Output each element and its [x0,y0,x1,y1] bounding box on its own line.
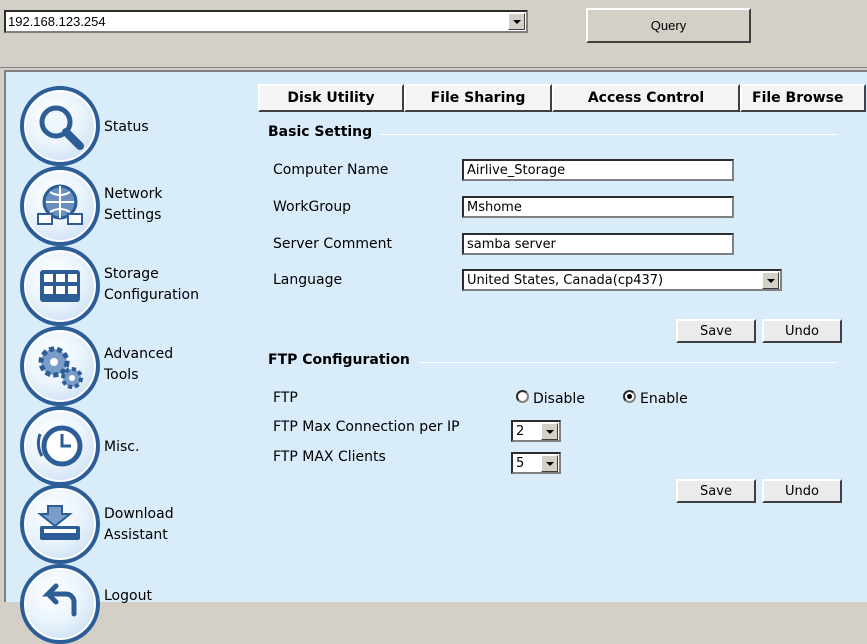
logout-arrow-icon [20,564,100,644]
sidebar-item-download-assistant[interactable]: Download Assistant [20,484,240,564]
gears-icon [20,326,100,406]
sidebar-item-logout[interactable]: Logout [20,564,240,644]
ftp-max-connection-label: FTP Max Connection per IP [273,419,460,435]
ftp-save-button[interactable]: Save [676,479,756,503]
basic-undo-button[interactable]: Undo [762,319,842,343]
chevron-down-icon[interactable] [541,455,558,472]
sidebar-item-label: Advanced [104,346,174,362]
sidebar-item-label: Download [104,506,174,522]
address-value: 192.168.123.254 [8,14,106,29]
language-select[interactable]: United States, Canada(cp437) [462,269,782,291]
sidebar-item-label: Tools [104,367,139,383]
ftp-undo-button[interactable]: Undo [762,479,842,503]
tab-file-browse[interactable]: File Browse [740,84,866,112]
top-bar: 192.168.123.254 Query [0,0,867,68]
ftp-max-clients-label: FTP MAX Clients [273,449,386,465]
sidebar-item-advanced-tools[interactable]: Advanced Tools [20,326,240,406]
language-label: Language [273,272,343,288]
sidebar-item-label: Assistant [104,527,168,543]
chevron-down-icon[interactable] [541,423,558,440]
divider [0,67,867,68]
section-title-ftp-configuration: FTP Configuration [268,352,418,368]
network-icon [20,166,100,246]
clock-icon [20,406,100,486]
chevron-down-icon[interactable] [762,272,779,289]
computer-name-label: Computer Name [273,162,389,178]
ftp-disable-label: Disable [533,391,585,407]
download-icon [20,484,100,564]
workgroup-label: WorkGroup [273,199,352,215]
query-button[interactable]: Query [586,8,751,43]
ftp-max-clients-value: 5 [516,456,525,471]
address-combobox[interactable]: 192.168.123.254 [4,10,528,33]
tab-file-sharing[interactable]: File Sharing [404,84,552,112]
sidebar-item-label: Storage [104,266,159,282]
computer-name-field[interactable]: Airlive_Storage [462,159,734,181]
sidebar-item-label: Logout [104,588,152,604]
chevron-down-icon[interactable] [508,13,525,30]
sidebar-item-storage-configuration[interactable]: Storage Configuration [20,246,240,326]
ftp-max-connection-value: 2 [516,424,525,439]
basic-save-button[interactable]: Save [676,319,756,343]
ftp-max-connection-select[interactable]: 2 [511,420,561,442]
workgroup-field[interactable]: Mshome [462,196,734,218]
server-comment-label: Server Comment [273,236,392,252]
tab-access-control[interactable]: Access Control [552,84,740,112]
ftp-disable-radio[interactable] [516,390,529,403]
main-frame: Status Network Settings Storage Configur… [4,70,867,644]
sidebar-item-status[interactable]: Status [20,86,240,166]
sidebar-item-network-settings[interactable]: Network Settings [20,166,240,246]
sidebar-item-label: Configuration [104,287,199,303]
section-title-basic-setting: Basic Setting [268,124,381,140]
sidebar-item-label: Network [104,186,163,202]
ftp-max-clients-select[interactable]: 5 [511,452,561,474]
sidebar-item-label: Settings [104,207,162,223]
ftp-label: FTP [273,390,298,406]
storage-grid-icon [20,246,100,326]
tab-disk-utility[interactable]: Disk Utility [258,84,404,112]
sidebar-item-misc[interactable]: Misc. [20,406,240,486]
language-selected-value: United States, Canada(cp437) [467,273,664,288]
ftp-enable-radio[interactable] [623,390,636,403]
magnifier-icon [20,86,100,166]
ftp-enable-label: Enable [640,391,688,407]
sidebar-item-label: Status [104,119,149,135]
server-comment-field[interactable]: samba server [462,233,734,255]
sidebar-item-label: Misc. [104,439,140,455]
